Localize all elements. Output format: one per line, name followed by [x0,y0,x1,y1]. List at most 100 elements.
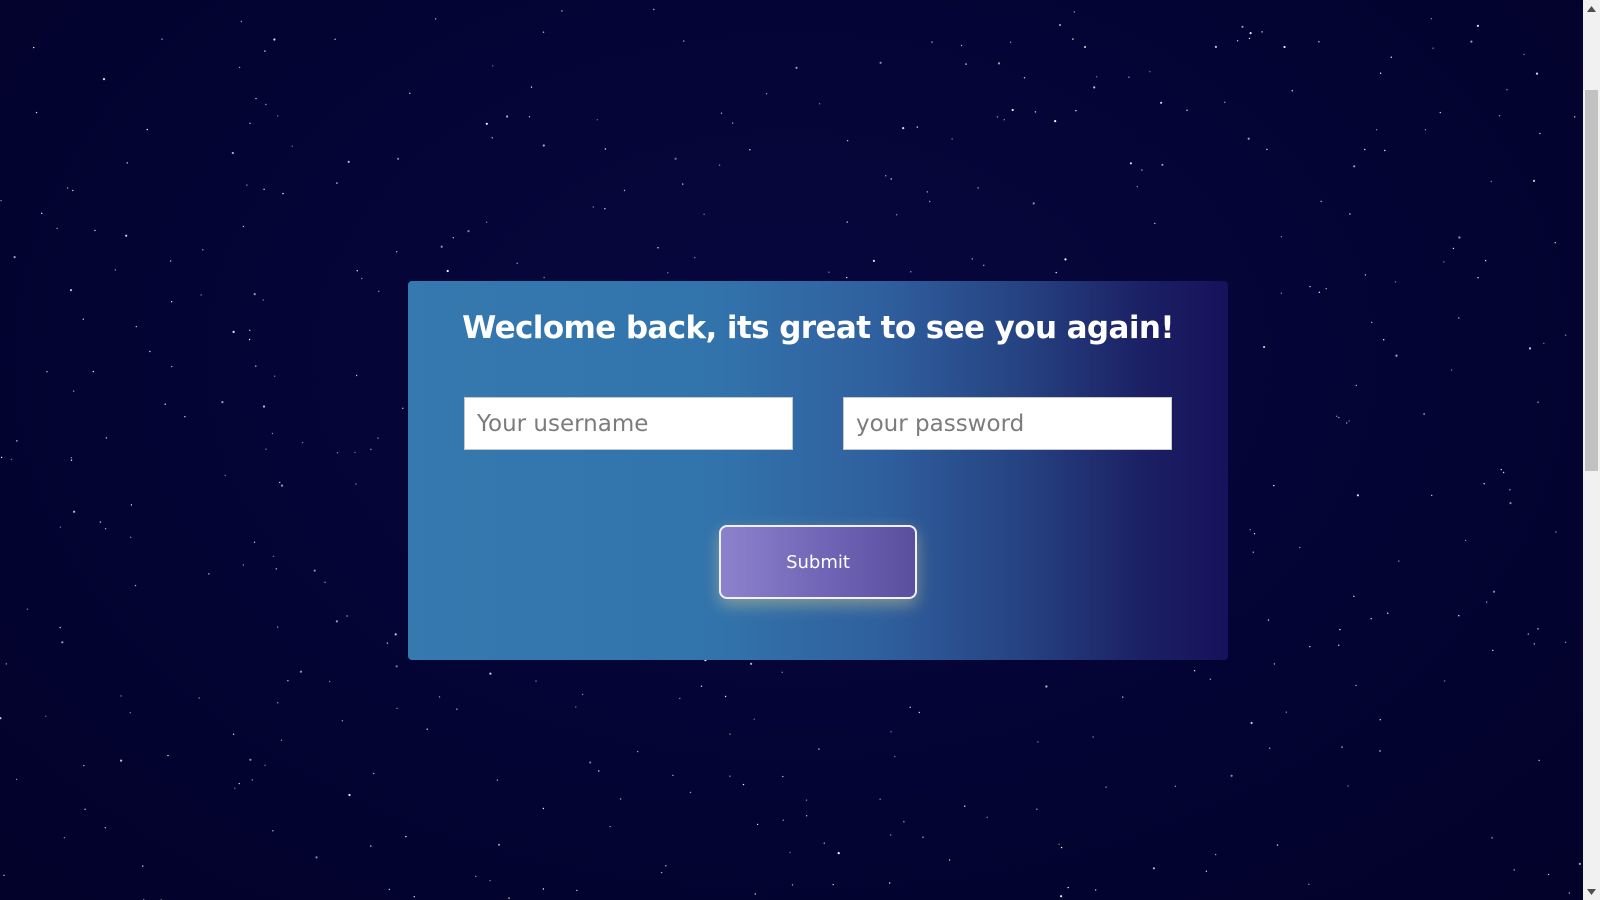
triangle-down-icon [1587,888,1596,895]
star [1309,285,1311,288]
star [1011,108,1014,112]
star [575,706,577,708]
star [15,778,18,781]
star [598,770,600,772]
star [674,157,677,160]
star [724,695,727,698]
star [1364,274,1367,276]
star [1336,415,1338,417]
star [653,8,655,11]
star [354,451,356,454]
star [1509,489,1511,491]
star [491,137,493,139]
star [795,66,798,69]
star [931,41,933,43]
star [1060,895,1063,898]
star [70,459,73,461]
star [667,272,669,274]
star [221,401,224,404]
star [356,270,358,272]
star [1554,242,1557,244]
star [492,65,494,67]
star [823,842,825,844]
scroll-down-button[interactable] [1583,883,1600,900]
star [818,748,820,750]
star [909,706,911,708]
star [1003,119,1005,121]
star [623,189,626,192]
star [528,116,531,118]
star [535,680,537,682]
star [1023,77,1026,79]
star [1122,696,1124,698]
star [1565,641,1567,643]
star [1209,678,1212,680]
star [170,301,173,303]
star [1528,347,1532,350]
star [146,128,148,131]
star [142,865,144,867]
star [171,365,173,368]
star [66,187,69,189]
star [434,18,437,20]
star [1261,31,1263,33]
star [1273,663,1276,665]
vertical-scrollbar[interactable] [1583,0,1600,900]
star [660,871,663,874]
star [346,615,348,617]
star [542,31,545,33]
star [1464,539,1467,542]
star [167,754,169,757]
star [1266,148,1268,151]
star [1537,401,1539,403]
star [903,821,905,823]
star [879,61,882,64]
password-input[interactable] [843,397,1172,450]
star [703,213,705,215]
star [890,178,892,180]
star [234,787,236,789]
star [1092,736,1094,738]
star [1370,618,1372,620]
star [1492,590,1496,593]
star [1224,101,1226,104]
login-card: Weclome back, its great to see you again… [408,281,1228,660]
star [249,758,252,761]
star [1458,615,1460,617]
star [265,103,267,106]
star [977,187,979,189]
star [287,680,289,682]
star [918,711,920,714]
submit-button[interactable]: Submit [719,525,917,599]
star [280,484,284,487]
star [1308,883,1310,885]
star [84,808,86,810]
star [508,897,510,899]
star [456,708,458,710]
star [299,670,303,673]
star [1527,633,1530,635]
star [694,256,696,259]
star [59,626,61,629]
star [56,227,58,230]
star [1347,785,1349,787]
star [240,20,243,23]
star [63,837,66,839]
star [347,160,350,163]
star [452,237,454,239]
star [1384,149,1386,152]
star [1280,236,1283,238]
star [997,62,1001,65]
star [929,200,931,203]
star [516,262,518,264]
star [126,162,128,164]
star [1205,870,1208,872]
star [1249,31,1252,35]
scroll-up-button[interactable] [1583,0,1600,17]
username-input[interactable] [464,397,793,450]
scrollbar-thumb[interactable] [1585,89,1598,471]
star [1513,869,1515,871]
star [561,10,563,12]
star [1083,45,1087,49]
star [765,93,768,95]
